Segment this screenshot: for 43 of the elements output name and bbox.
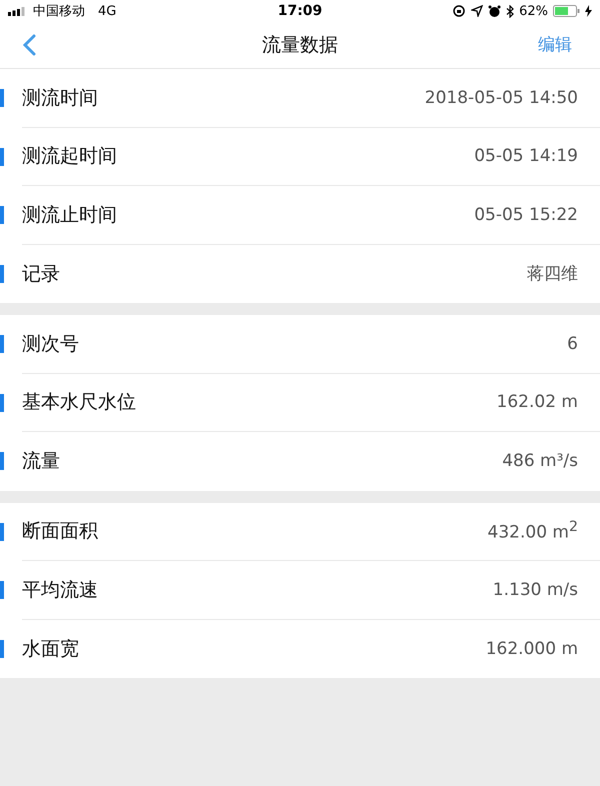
- back-icon[interactable]: [22, 34, 36, 56]
- edit-button[interactable]: 编辑: [538, 33, 572, 56]
- row-marker: [0, 581, 4, 600]
- rotation-lock-icon: [452, 5, 466, 17]
- clock-time: 17:09: [278, 3, 322, 19]
- location-icon: [471, 5, 484, 17]
- row-marker: [0, 394, 4, 412]
- field-label: 水面宽: [22, 636, 79, 662]
- field-label: 测次号: [22, 332, 79, 357]
- page-title: 流量数据: [262, 33, 338, 58]
- row-marker: [0, 89, 4, 108]
- row-marker: [0, 522, 4, 541]
- network-type: 4G: [98, 4, 116, 18]
- field-value: 1.130 m/s: [492, 580, 578, 600]
- field-value: 486 m³/s: [502, 451, 578, 472]
- field-label: 记录: [22, 262, 60, 287]
- row-marker: [0, 148, 4, 166]
- charging-icon: [585, 5, 592, 17]
- row-marker: [0, 335, 4, 354]
- field-label: 平均流速: [22, 578, 98, 603]
- carrier-name: 中国移动: [33, 3, 85, 20]
- field-value: 2018-05-05 14:50: [424, 88, 578, 108]
- field-label: 测流止时间: [22, 202, 117, 228]
- row-marker: [0, 640, 4, 658]
- field-value: 05-05 15:22: [474, 204, 578, 225]
- field-value: 162.02 m: [496, 392, 578, 412]
- bluetooth-icon: [506, 4, 514, 18]
- field-value: 432.00 m$^{2}$: [488, 519, 578, 544]
- field-label: 测流起时间: [22, 144, 117, 170]
- field-label: 基本水尺水位: [22, 390, 136, 416]
- row-marker: [0, 452, 4, 470]
- battery-percent: 62%: [519, 4, 548, 18]
- row-marker: [0, 264, 4, 283]
- field-value: 蒋四维: [527, 263, 578, 286]
- field-value: 6: [567, 334, 578, 354]
- field-value: 05-05 14:19: [474, 146, 578, 166]
- field-value: 162.000 m: [486, 638, 578, 659]
- field-label: 流量: [22, 449, 60, 474]
- row-marker: [0, 206, 4, 224]
- field-label: 断面面积: [22, 519, 98, 544]
- field-label: 测流时间: [22, 86, 98, 111]
- battery-icon: [553, 5, 580, 17]
- alarm-icon: [488, 4, 502, 18]
